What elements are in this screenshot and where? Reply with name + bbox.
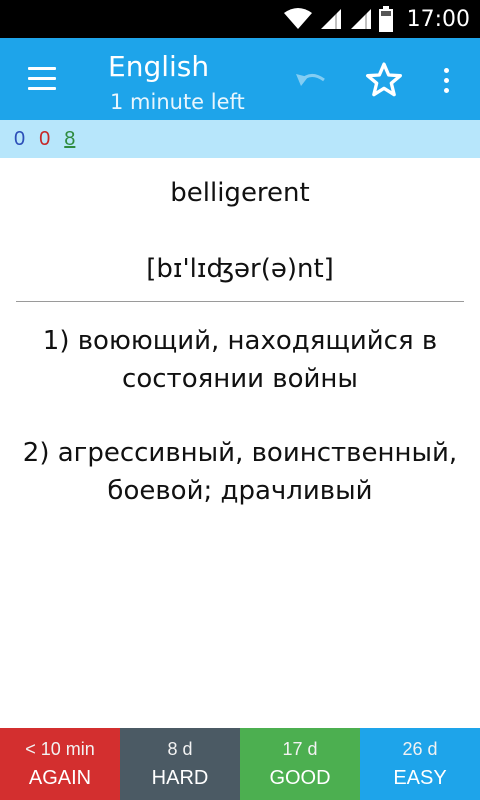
- again-button[interactable]: < 10 min AGAIN: [0, 728, 120, 800]
- time-left: 1 minute left: [110, 90, 245, 114]
- toolbar: English 1 minute left: [0, 38, 480, 120]
- status-time: 17:00: [406, 6, 470, 32]
- more-vert-icon[interactable]: [432, 60, 460, 100]
- card-word: belligerent: [170, 178, 310, 208]
- good-interval: 17 d: [282, 739, 318, 759]
- flashcard: belligerent [bɪ'lɪʤər(ə)nt] 1) воюющий, …: [0, 158, 480, 728]
- signal-icon: [349, 7, 373, 31]
- battery-icon: [378, 6, 393, 32]
- answer-buttons: < 10 min AGAIN 8 d HARD 17 d GOOD 26 d E…: [0, 728, 480, 800]
- good-button[interactable]: 17 d GOOD: [240, 728, 360, 800]
- status-bar: 17:00: [0, 0, 480, 38]
- good-label: GOOD: [269, 767, 331, 789]
- learning-count: 0: [39, 127, 51, 150]
- undo-icon[interactable]: [292, 62, 332, 98]
- definition-2: 2) агрессивный, воинственный, боевой; др…: [22, 438, 458, 506]
- easy-button[interactable]: 26 d EASY: [360, 728, 480, 800]
- star-icon[interactable]: [364, 60, 404, 100]
- hard-label: HARD: [151, 767, 209, 789]
- hard-button[interactable]: 8 d HARD: [120, 728, 240, 800]
- signal-icon: [319, 7, 343, 31]
- answer-divider: [16, 301, 464, 302]
- status-icons: 17:00: [283, 0, 470, 38]
- again-interval: < 10 min: [25, 739, 95, 759]
- again-label: AGAIN: [28, 767, 92, 789]
- easy-label: EASY: [393, 767, 447, 789]
- deck-title: English: [108, 50, 210, 83]
- definition-1: 1) воюющий, находящийся в состоянии войн…: [42, 326, 438, 394]
- new-count: 0: [14, 127, 26, 150]
- easy-interval: 26 d: [402, 739, 438, 759]
- wifi-icon: [283, 7, 313, 31]
- card-pronunciation: [bɪ'lɪʤər(ə)nt]: [146, 254, 334, 284]
- card-counts: 0 0 8: [0, 120, 480, 158]
- hard-interval: 8 d: [167, 739, 193, 759]
- review-count: 8: [64, 127, 76, 150]
- menu-icon[interactable]: [20, 62, 60, 96]
